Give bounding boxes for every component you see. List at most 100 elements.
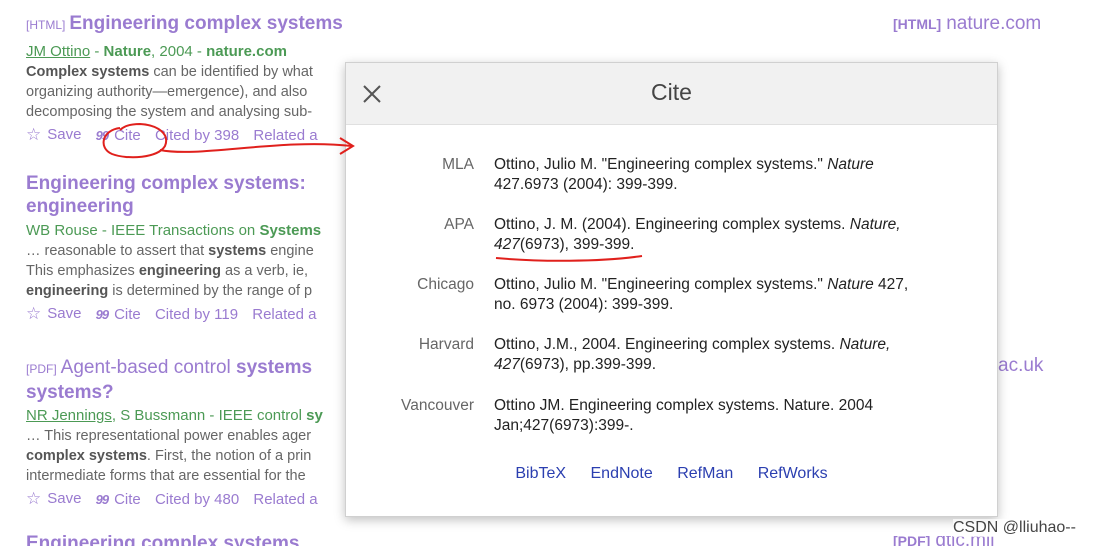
cite-dialog: Cite MLA Ottino, Julio M. "Engineering c… <box>345 62 998 517</box>
meta-text: WB Rouse - IEEE Transactions on <box>26 222 260 239</box>
citation-line: (6973), pp.399-399. <box>519 356 657 373</box>
citation-italic: 427 <box>494 236 520 253</box>
citation-text[interactable]: Ottino, J. M. (2004). Engineering comple… <box>494 215 944 255</box>
side-link-text[interactable]: dtic.mil <box>935 536 994 546</box>
side-link-text[interactable]: nature.com <box>946 13 1041 34</box>
cite-button[interactable]: 99 Cite <box>96 126 141 146</box>
search-result: Engineering complex systems <box>26 534 356 546</box>
result-title[interactable]: Engineering complex systems: engineering <box>26 172 356 218</box>
citation-line: Ottino, J.M., 2004. Engineering complex … <box>494 336 840 353</box>
citation-style-label: Chicago <box>417 276 474 293</box>
star-icon: ☆ <box>26 125 42 144</box>
quote-icon: 99 <box>95 128 110 143</box>
result-title-line[interactable]: engineering <box>26 195 356 218</box>
export-refworks-link[interactable]: RefWorks <box>758 465 828 482</box>
snippet-text: intermediate forms that are essential fo… <box>26 468 306 484</box>
citation-text[interactable]: Ottino, J.M., 2004. Engineering complex … <box>494 335 944 375</box>
citation-line: Ottino, Julio M. "Engineering complex sy… <box>494 276 828 293</box>
cited-by-link[interactable]: Cited by 398 <box>155 126 239 146</box>
citation-italic: Nature <box>827 156 874 173</box>
format-tag: [HTML] <box>26 18 66 32</box>
citation-text[interactable]: Ottino JM. Engineering complex systems. … <box>494 396 944 436</box>
cited-by-link[interactable]: Cited by 119 <box>155 305 238 325</box>
citation-style-label: APA <box>444 216 474 233</box>
snippet-text: … This representational power enables ag… <box>26 428 312 444</box>
meta-separator: - <box>90 43 104 60</box>
snippet-bold: engineering <box>138 263 222 279</box>
snippet-text: This emphasizes <box>26 263 139 279</box>
author-link[interactable]: JM Ottino <box>26 43 90 60</box>
cite-button[interactable]: 99 Cite <box>96 490 141 510</box>
watermark: CSDN @lliuhao-- <box>953 519 1076 537</box>
result-title-text[interactable]: Engineering complex systems <box>69 13 343 34</box>
star-icon: ☆ <box>26 304 42 323</box>
related-link[interactable]: Related a <box>252 305 316 325</box>
citation-text[interactable]: Ottino, Julio M. "Engineering complex sy… <box>494 155 944 195</box>
result-title-line[interactable]: Engineering complex systems: <box>26 172 356 195</box>
format-tag: [PDF] <box>893 536 931 546</box>
meta-source: Nature <box>103 43 152 60</box>
side-link-acuk[interactable]: ac.uk <box>998 355 1043 377</box>
snippet-bold: systems <box>208 243 267 259</box>
export-bibtex-link[interactable]: BibTeX <box>515 465 566 482</box>
snippet-bold: Complex systems <box>26 64 150 80</box>
citation-line: 427, <box>873 276 909 293</box>
search-result: Engineering complex systems: engineering… <box>26 172 356 325</box>
citation-line: Ottino, Julio M. "Engineering complex sy… <box>494 156 828 173</box>
citation-italic: Nature, <box>849 216 901 233</box>
result-actions: ☆ Save 99 Cite Cited by 119 Related a <box>26 304 356 325</box>
citation-text[interactable]: Ottino, Julio M. "Engineering complex sy… <box>494 275 944 315</box>
result-title-line[interactable]: systems? <box>26 381 356 404</box>
snippet-text: engine <box>266 243 314 259</box>
result-title-bold[interactable]: systems <box>236 357 312 378</box>
related-link[interactable]: Related a <box>253 490 317 510</box>
snippet-text: . First, the notion of a prin <box>146 448 312 464</box>
citation-line: Ottino, J. M. (2004). Engineering comple… <box>494 216 850 233</box>
citation-italic: Nature, <box>839 336 891 353</box>
result-title[interactable]: [PDF] Agent-based control systems systems… <box>26 356 356 404</box>
related-link[interactable]: Related a <box>253 126 317 146</box>
snippet-text: decomposing the system and analysing sub… <box>26 104 313 120</box>
snippet-text: can be identified by what <box>149 64 313 80</box>
result-title[interactable]: Engineering complex systems <box>26 534 356 546</box>
cited-by-link[interactable]: Cited by 480 <box>155 490 239 510</box>
meta-year: , 2004 - <box>151 43 207 60</box>
citation-style-label: Harvard <box>418 336 474 353</box>
cite-label: Cite <box>114 306 141 323</box>
snippet-text: is determined by the range of p <box>108 283 313 299</box>
side-link-text[interactable]: ac.uk <box>998 355 1043 376</box>
save-button[interactable]: ☆ Save <box>26 489 81 509</box>
save-button[interactable]: ☆ Save <box>26 125 81 145</box>
citation-line: (6973), 399-399. <box>519 236 635 253</box>
side-link-nature[interactable]: [HTML] nature.com <box>893 13 1041 35</box>
author-link[interactable]: NR Jennings <box>26 407 112 424</box>
snippet-text: … reasonable to assert that <box>26 243 209 259</box>
save-button[interactable]: ☆ Save <box>26 304 81 324</box>
format-tag: [PDF] <box>26 362 57 376</box>
save-label: Save <box>47 490 82 507</box>
cite-label: Cite <box>114 491 141 508</box>
quote-icon: 99 <box>95 492 110 507</box>
export-endnote-link[interactable]: EndNote <box>591 465 653 482</box>
search-result: [HTML] Engineering complex systems JM Ott… <box>26 12 356 146</box>
citation-italic: Nature <box>827 276 874 293</box>
citation-line: 427.6973 (2004): 399-399. <box>494 176 678 193</box>
side-link-dtic[interactable]: [PDF] dtic.mil <box>893 536 994 546</box>
result-actions: ☆ Save 99 Cite Cited by 480 Related a <box>26 489 356 510</box>
result-title-text[interactable]: Agent-based control <box>61 357 236 378</box>
meta-bold: sy <box>306 407 323 424</box>
snippet-bold: complex systems <box>26 448 147 464</box>
citation-style-label: Vancouver <box>401 397 474 414</box>
snippet-bold: engineering <box>26 283 109 299</box>
result-snippet: … This representational power enables ag… <box>26 426 356 486</box>
result-title[interactable]: [HTML] Engineering complex systems <box>26 12 356 37</box>
snippet-text: organizing authority—emergence), and als… <box>26 84 308 100</box>
export-refman-link[interactable]: RefMan <box>677 465 733 482</box>
citation-style-label: MLA <box>442 156 474 173</box>
export-links: BibTeX EndNote RefMan RefWorks <box>346 465 997 483</box>
meta-domain: nature.com <box>206 43 287 60</box>
cite-button[interactable]: 99 Cite <box>96 305 141 325</box>
result-snippet: Complex systems can be identified by wha… <box>26 62 356 122</box>
save-label: Save <box>47 305 82 322</box>
result-meta: NR Jennings, S Bussmann - IEEE control s… <box>26 406 356 426</box>
